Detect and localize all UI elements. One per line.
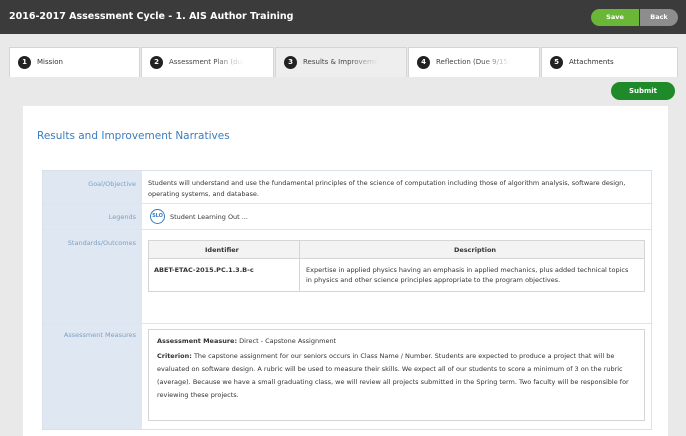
assessment-measure-box: Assessment Measure: Direct - Capstone As… <box>148 329 645 421</box>
tab-results-improvement[interactable]: 3 Results & Improvement <box>275 47 407 77</box>
slo-icon: SLO <box>150 209 165 224</box>
row-divider <box>43 203 651 204</box>
tab-label: Results & Improvement <box>303 58 378 66</box>
results-form: Goal/Objective Legends Standards/Outcome… <box>42 170 652 430</box>
save-button[interactable]: Save <box>591 9 639 26</box>
tab-label: Attachments <box>569 58 614 66</box>
goal-objective-label: Goal/Objective <box>88 180 136 188</box>
tab-label: Mission <box>37 58 63 66</box>
standard-description: Expertise in applied physics having an e… <box>306 266 629 284</box>
row-divider <box>43 229 651 230</box>
standards-outcomes-label: Standards/Outcomes <box>67 239 136 247</box>
step-number-badge: 4 <box>417 56 430 69</box>
goal-objective-text: Students will understand and use the fun… <box>148 179 626 198</box>
legends-label: Legends <box>108 213 136 221</box>
tab-label: Reflection (Due 9/15/17) <box>436 58 511 66</box>
step-number-badge: 5 <box>550 56 563 69</box>
step-number-badge: 3 <box>284 56 297 69</box>
step-number-badge: 2 <box>150 56 163 69</box>
criterion-text: Criterion: The capstone assignment for o… <box>157 350 639 402</box>
assessment-measures-label: Assessment Measures <box>63 331 136 339</box>
content-panel: Results and Improvement Narratives Goal/… <box>23 106 668 436</box>
assessment-measure-key: Assessment Measure: <box>157 337 238 345</box>
label-column: Goal/Objective Legends Standards/Outcome… <box>43 171 142 429</box>
tab-label: Assessment Plan (due 1 <box>169 58 244 66</box>
section-title: Results and Improvement Narratives <box>37 130 230 142</box>
step-number-badge: 1 <box>18 56 31 69</box>
submit-button[interactable]: Submit <box>611 82 675 100</box>
column-divider <box>299 241 300 291</box>
app-header: 2016-2017 Assessment Cycle - 1. AIS Auth… <box>0 0 686 34</box>
tab-attachments[interactable]: 5 Attachments <box>541 47 678 77</box>
tab-bar: 1 Mission 2 Assessment Plan (due 1 3 Res… <box>9 47 678 77</box>
description-column-header: Description <box>454 246 497 254</box>
table-header: Identifier Description <box>149 241 644 259</box>
legend-text: Student Learning Out ... <box>170 213 248 221</box>
tab-reflection[interactable]: 4 Reflection (Due 9/15/17) <box>408 47 540 77</box>
criterion-value: The capstone assignment for our seniors … <box>157 352 629 399</box>
assessment-measure-value: Direct - Capstone Assignment <box>239 337 337 345</box>
standards-table: Identifier Description ABET-ETAC-2015.PC… <box>148 240 645 292</box>
assessment-measure-line: Assessment Measure: Direct - Capstone As… <box>157 337 336 345</box>
back-button[interactable]: Back <box>640 9 678 26</box>
tab-assessment-plan[interactable]: 2 Assessment Plan (due 1 <box>141 47 274 77</box>
row-divider <box>43 323 651 324</box>
standard-identifier: ABET-ETAC-2015.PC.1.3.B-c <box>154 266 254 274</box>
criterion-key: Criterion: <box>157 352 192 360</box>
identifier-column-header: Identifier <box>205 246 239 254</box>
page-title: 2016-2017 Assessment Cycle - 1. AIS Auth… <box>9 11 294 22</box>
tab-mission[interactable]: 1 Mission <box>9 47 140 77</box>
